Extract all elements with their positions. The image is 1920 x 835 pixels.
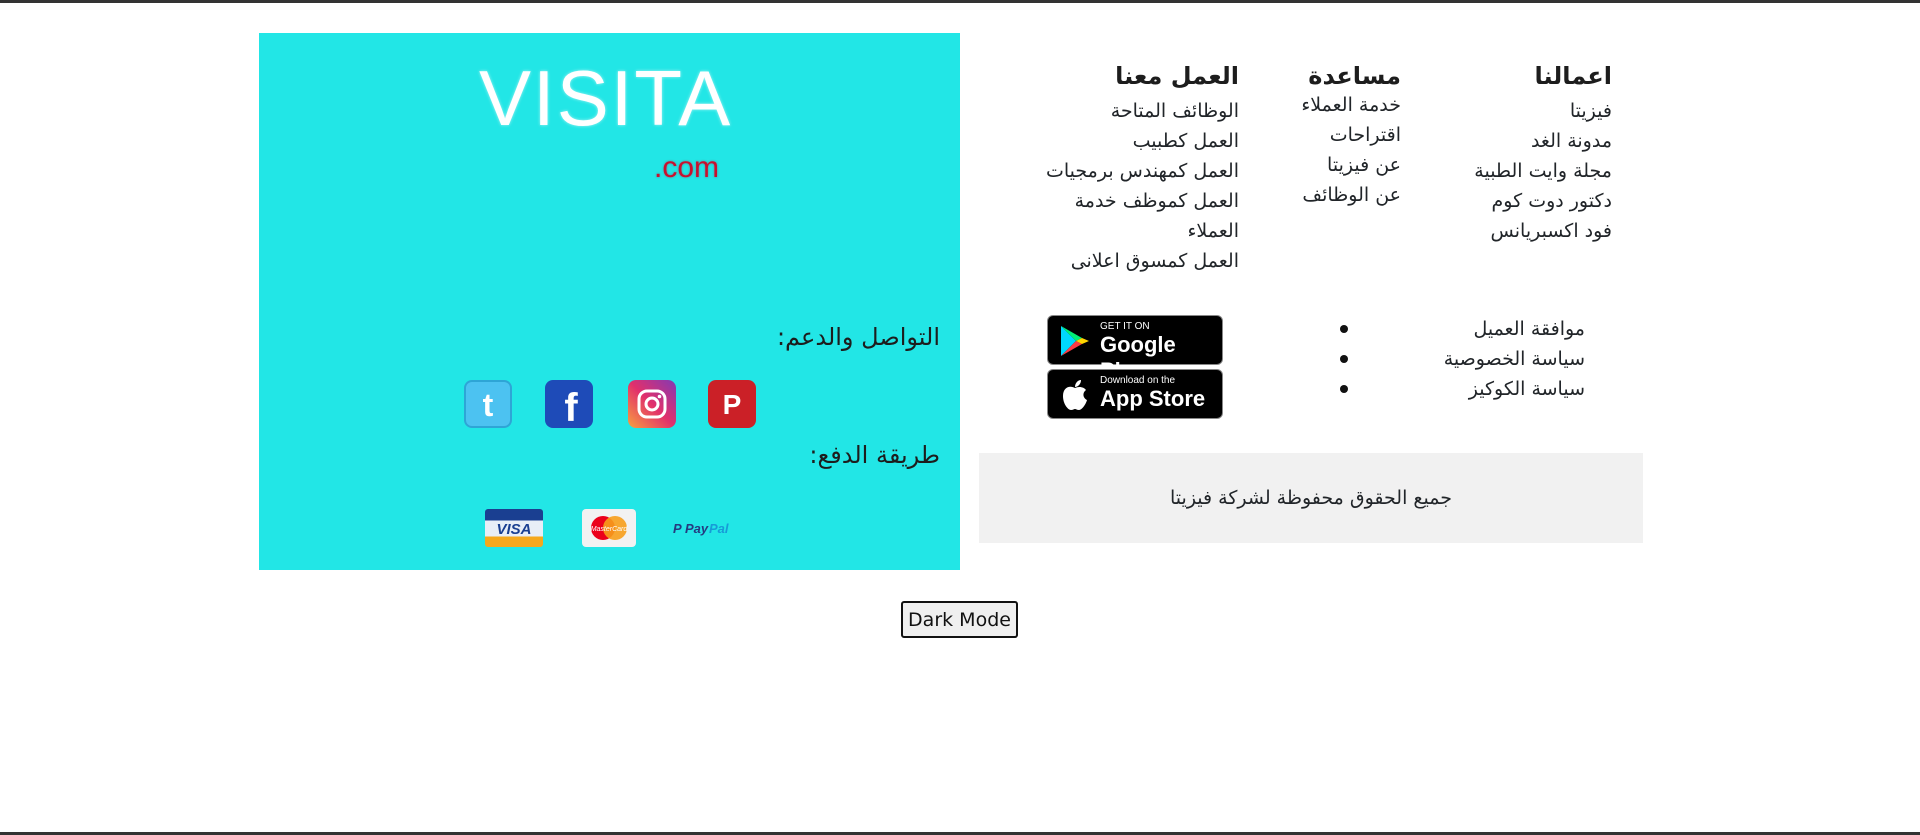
jobs-column: العمل معنا الوظائف المتاحة العمل كطبيب ا… <box>1029 62 1239 276</box>
apple-icon <box>1063 380 1087 410</box>
list-bullet <box>1340 325 1348 333</box>
help-link[interactable]: عن فيزيتا <box>1301 150 1401 180</box>
our-work-link[interactable]: مدونة الغد <box>1474 126 1612 156</box>
our-work-link[interactable]: فود اكسبريانس <box>1474 216 1612 246</box>
jobs-link[interactable]: العمل كمهندس برمجيات <box>1029 156 1239 186</box>
list-bullet <box>1340 355 1348 363</box>
app-store-small: Download on the <box>1100 375 1176 386</box>
twitter-icon[interactable]: t <box>464 380 512 428</box>
help-title: مساعدة <box>1308 62 1401 90</box>
svg-text:t: t <box>483 387 494 421</box>
mastercard-icon: MasterCard <box>582 509 636 547</box>
social-section-title: التواصل والدعم: <box>776 323 940 351</box>
jobs-link[interactable]: العمل كمسوق اعلانى <box>1029 246 1239 276</box>
help-link[interactable]: اقتراحات <box>1301 120 1401 150</box>
dark-mode-button[interactable]: Dark Mode <box>901 601 1018 638</box>
app-store-big: App Store <box>1100 386 1206 411</box>
facebook-icon[interactable]: f <box>545 380 593 428</box>
our-work-link[interactable]: دكتور دوت كوم <box>1474 186 1612 216</box>
our-work-link[interactable]: مجلة وايت الطبية <box>1474 156 1612 186</box>
help-column: مساعدة خدمة العملاء اقتراحات عن فيزيتا ع… <box>1301 62 1401 210</box>
list-bullet <box>1340 385 1348 393</box>
brand-panel: VISITA .com التواصل والدعم: P f t طريقة … <box>259 33 960 570</box>
our-work-title: اعمالنا <box>1534 62 1612 90</box>
logo-main-text: VISITA <box>479 54 733 142</box>
app-store-badge[interactable]: Download on the App Store <box>1047 369 1223 419</box>
pinterest-icon[interactable]: P <box>708 380 756 428</box>
legal-link[interactable]: سياسة الخصوصية <box>1444 344 1585 374</box>
google-play-badge[interactable]: GET IT ON Google Play <box>1047 315 1223 383</box>
legal-link[interactable]: موافقة العميل <box>1444 314 1585 344</box>
svg-text:P: P <box>723 389 742 419</box>
google-play-small: GET IT ON <box>1100 321 1150 332</box>
svg-text:VISA: VISA <box>496 521 531 538</box>
copyright-text: جميع الحقوق محفوظة لشركة فيزيتا <box>1170 487 1452 509</box>
legal-link[interactable]: سياسة الكوكيز <box>1444 374 1585 404</box>
help-link[interactable]: عن الوظائف <box>1301 180 1401 210</box>
visa-icon: VISA <box>485 509 543 547</box>
help-link[interactable]: خدمة العملاء <box>1301 90 1401 120</box>
payment-section-title: طريقة الدفع: <box>809 441 940 469</box>
logo-sub-text: .com <box>654 151 720 184</box>
jobs-link[interactable]: العمل كطبيب <box>1029 126 1239 156</box>
our-work-column: اعمالنا فيزيتا مدونة الغد مجلة وايت الطب… <box>1474 62 1612 246</box>
svg-text:Pay: Pay <box>685 521 709 536</box>
top-border <box>0 0 1920 3</box>
visita-logo[interactable]: VISITA .com <box>479 53 759 184</box>
svg-text:f: f <box>564 386 578 423</box>
instagram-icon[interactable] <box>628 380 676 428</box>
our-work-link[interactable]: فيزيتا <box>1474 96 1612 126</box>
jobs-title: العمل معنا <box>1115 62 1239 90</box>
legal-list: موافقة العميل سياسة الخصوصية سياسة الكوك… <box>1444 314 1585 404</box>
svg-text:P: P <box>673 521 682 536</box>
google-play-icon <box>1061 326 1089 356</box>
paypal-icon: P Pay Pal <box>671 509 737 547</box>
svg-text:Pal: Pal <box>709 521 729 536</box>
copyright-box: جميع الحقوق محفوظة لشركة فيزيتا <box>979 453 1643 543</box>
jobs-link[interactable]: الوظائف المتاحة <box>1029 96 1239 126</box>
jobs-link[interactable]: العمل كموظف خدمة العملاء <box>1029 186 1239 246</box>
svg-text:MasterCard: MasterCard <box>591 526 629 533</box>
